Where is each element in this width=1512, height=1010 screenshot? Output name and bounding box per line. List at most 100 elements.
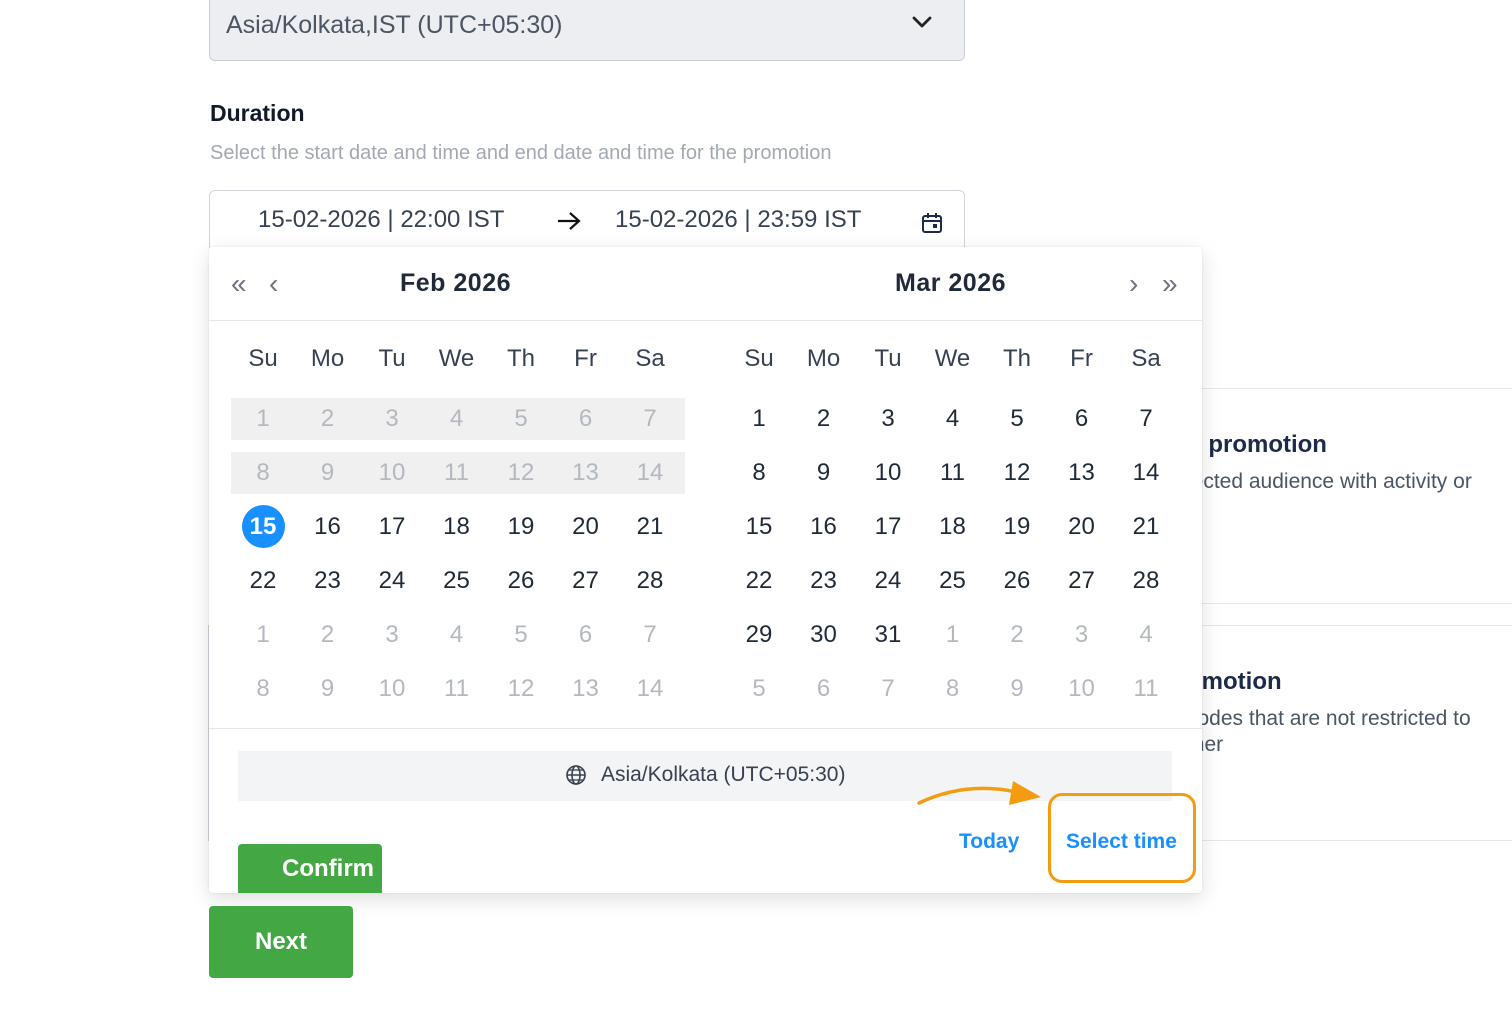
day-cell[interactable]: 13 — [554, 667, 618, 711]
day-cell[interactable]: 31 — [856, 613, 920, 657]
next-month-button[interactable]: › — [1129, 267, 1138, 301]
day-cell[interactable]: 24 — [360, 559, 424, 603]
day-cell[interactable]: 15 — [727, 505, 791, 549]
day-cell[interactable]: 6 — [554, 613, 618, 657]
divider — [209, 728, 1202, 729]
end-datetime-input[interactable]: 15-02-2026 | 23:59 IST — [615, 206, 861, 234]
day-cell[interactable]: 7 — [856, 667, 920, 711]
date-range-picker[interactable]: 15-02-2026 | 22:00 IST 15-02-2026 | 23:5… — [209, 190, 965, 248]
prev-year-button[interactable]: « — [231, 267, 247, 301]
day-cell[interactable]: 14 — [1114, 451, 1178, 495]
day-cell[interactable]: 7 — [618, 613, 682, 657]
weekday-header: Su — [248, 345, 278, 372]
day-cell[interactable]: 25 — [921, 559, 985, 603]
annotation-arrow-icon — [917, 781, 1041, 805]
confirm-button[interactable]: Confirm — [238, 844, 382, 893]
day-cell[interactable]: 9 — [296, 667, 360, 711]
day-cell[interactable]: 5 — [727, 667, 791, 711]
day-cell[interactable]: 18 — [921, 505, 985, 549]
day-cell[interactable]: 10 — [856, 451, 920, 495]
day-cell[interactable]: 21 — [1114, 505, 1178, 549]
select-time-button[interactable]: Select time — [1048, 793, 1196, 883]
day-cell[interactable]: 19 — [985, 505, 1049, 549]
day-cell[interactable]: 7 — [1114, 397, 1178, 441]
day-cell[interactable]: 3 — [360, 613, 424, 657]
timezone-select[interactable]: Asia/Kolkata,IST (UTC+05:30) — [209, 0, 965, 61]
day-cell[interactable]: 1 — [727, 397, 791, 441]
day-cell[interactable]: 10 — [360, 667, 424, 711]
day-cell[interactable]: 4 — [425, 613, 489, 657]
day-cell[interactable]: 11 — [1114, 667, 1178, 711]
day-cell[interactable]: 22 — [727, 559, 791, 603]
day-cell[interactable]: 16 — [296, 505, 360, 549]
day-cell[interactable]: 16 — [792, 505, 856, 549]
day-cell[interactable]: 28 — [1114, 559, 1178, 603]
day-cell[interactable]: 9 — [985, 667, 1049, 711]
day-cell[interactable]: 12 — [985, 451, 1049, 495]
day-cell[interactable]: 19 — [489, 505, 553, 549]
day-cell[interactable]: 6 — [792, 667, 856, 711]
day-cell[interactable]: 11 — [921, 451, 985, 495]
day-cell: 8 — [256, 459, 270, 486]
weekday-header: Th — [506, 345, 535, 372]
day-cell[interactable]: 4 — [921, 397, 985, 441]
day-cell[interactable]: 5 — [985, 397, 1049, 441]
day-cell[interactable]: 17 — [360, 505, 424, 549]
day-cell[interactable]: 24 — [856, 559, 920, 603]
day-cell[interactable]: 20 — [554, 505, 618, 549]
day-cell[interactable]: 1 — [921, 613, 985, 657]
day-cell[interactable]: 30 — [792, 613, 856, 657]
calendar-icon[interactable] — [920, 211, 944, 235]
weekday-header: Tu — [378, 345, 406, 372]
day-cell[interactable]: 23 — [296, 559, 360, 603]
day-cell[interactable]: 8 — [727, 451, 791, 495]
day-cell[interactable]: 6 — [1050, 397, 1114, 441]
day-cell[interactable]: 27 — [554, 559, 618, 603]
calendar-header: « ‹ Feb 2026 Mar 2026 › » — [209, 247, 1202, 321]
day-cell[interactable]: 9 — [792, 451, 856, 495]
day-cell[interactable]: 2 — [792, 397, 856, 441]
day-cell: 9 — [320, 459, 335, 486]
day-cell[interactable]: 12 — [489, 667, 553, 711]
promotion-option-card[interactable]: omotion codes that are not restricted to… — [1187, 625, 1512, 841]
day-cell[interactable]: 4 — [1114, 613, 1178, 657]
day-cell[interactable]: 5 — [489, 613, 553, 657]
day-cell[interactable]: 14 — [618, 667, 682, 711]
day-cell[interactable]: 18 — [425, 505, 489, 549]
day-cell[interactable]: 3 — [856, 397, 920, 441]
day-cell[interactable]: 25 — [425, 559, 489, 603]
day-cell[interactable]: 26 — [489, 559, 553, 603]
day-cell[interactable]: 20 — [1050, 505, 1114, 549]
day-cell[interactable]: 17 — [856, 505, 920, 549]
day-cell: 10 — [378, 459, 406, 486]
prev-month-button[interactable]: ‹ — [269, 267, 278, 301]
day-cell[interactable]: 8 — [921, 667, 985, 711]
day-cell[interactable]: 27 — [1050, 559, 1114, 603]
day-cell[interactable]: 2 — [985, 613, 1049, 657]
promotion-option-title: g promotion — [1187, 431, 1327, 458]
day-cell[interactable]: 1 — [231, 613, 295, 657]
promotion-option-card[interactable]: g promotion lected audience with activit… — [1187, 388, 1512, 604]
day-cell[interactable]: 28 — [618, 559, 682, 603]
day-cell: 14 — [636, 459, 664, 486]
day-cell[interactable]: 3 — [1050, 613, 1114, 657]
day-cell[interactable]: 11 — [425, 667, 489, 711]
day-cell[interactable]: 22 — [231, 559, 295, 603]
day-cell[interactable]: 23 — [792, 559, 856, 603]
day-cell[interactable]: 13 — [1050, 451, 1114, 495]
arrow-right-icon — [558, 212, 581, 230]
weekday-header: We — [934, 345, 971, 372]
day-cell: 4 — [449, 405, 464, 432]
day-cell: 13 — [572, 459, 599, 486]
duration-title: Duration — [210, 100, 305, 126]
day-cell[interactable]: 8 — [231, 667, 295, 711]
selected-day-cell[interactable]: 15 — [231, 505, 295, 549]
day-cell[interactable]: 2 — [296, 613, 360, 657]
day-cell[interactable]: 29 — [727, 613, 791, 657]
day-cell[interactable]: 21 — [618, 505, 682, 549]
next-button[interactable]: Next — [209, 906, 353, 978]
day-cell[interactable]: 10 — [1050, 667, 1114, 711]
start-datetime-input[interactable]: 15-02-2026 | 22:00 IST — [258, 206, 504, 234]
day-cell[interactable]: 26 — [985, 559, 1049, 603]
next-year-button[interactable]: » — [1162, 267, 1178, 301]
